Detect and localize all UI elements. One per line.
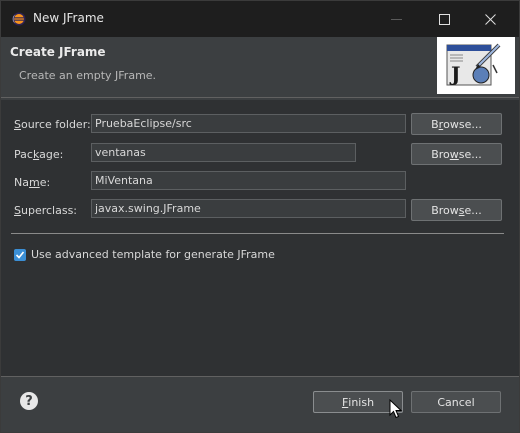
advanced-template-label[interactable]: Use advanced template for generate JFram…	[31, 248, 275, 261]
footer-separator	[1, 376, 519, 377]
page-description: Create an empty JFrame.	[19, 69, 157, 82]
jframe-wizard-banner: J	[437, 37, 515, 94]
maximize-icon	[438, 13, 450, 25]
superclass-input[interactable]: javax.swing.JFrame	[91, 199, 406, 218]
source-folder-label: Source folder:	[14, 118, 91, 131]
page-title: Create JFrame	[10, 45, 106, 59]
package-browse-button[interactable]: Bro w se...	[411, 143, 502, 165]
dialog-footer: ? Finish Cancel	[1, 378, 519, 432]
package-label: Package:	[14, 148, 64, 161]
name-label: Name:	[14, 176, 51, 189]
header-separator	[1, 97, 519, 98]
svg-text:J: J	[449, 62, 460, 86]
cancel-button[interactable]: Cancel	[411, 391, 501, 413]
mouse-cursor-icon	[389, 399, 403, 419]
help-icon: ?	[25, 393, 33, 409]
superclass-label: Superclass:	[14, 204, 77, 217]
close-icon	[484, 13, 496, 25]
dialog-header: Create JFrame Create an empty JFrame. J	[1, 37, 519, 97]
checkmark-icon	[15, 251, 25, 259]
advanced-template-checkbox[interactable]	[14, 249, 26, 261]
minimize-icon	[390, 18, 402, 20]
source-folder-input[interactable]: PruebaEclipse/src	[91, 114, 406, 133]
package-input[interactable]: ventanas	[91, 143, 356, 162]
java-swing-icon: J	[446, 43, 501, 86]
new-jframe-dialog: New JFrame Create JFrame Create an empty…	[0, 0, 520, 433]
dialog-form: Source folder: PruebaEclipse/src Br owse.…	[1, 100, 519, 376]
title-bar[interactable]: New JFrame	[1, 1, 519, 37]
superclass-browse-button[interactable]: Brow s e...	[411, 199, 502, 221]
form-separator	[11, 233, 504, 234]
minimize-button[interactable]	[373, 1, 419, 37]
name-input[interactable]: MiVentana	[91, 171, 406, 190]
window-title: New JFrame	[33, 11, 104, 25]
eclipse-icon	[12, 12, 26, 26]
close-button[interactable]	[467, 1, 513, 37]
help-button[interactable]: ?	[20, 392, 38, 410]
source-folder-browse-button[interactable]: Br owse...	[411, 113, 502, 135]
maximize-button[interactable]	[421, 1, 467, 37]
